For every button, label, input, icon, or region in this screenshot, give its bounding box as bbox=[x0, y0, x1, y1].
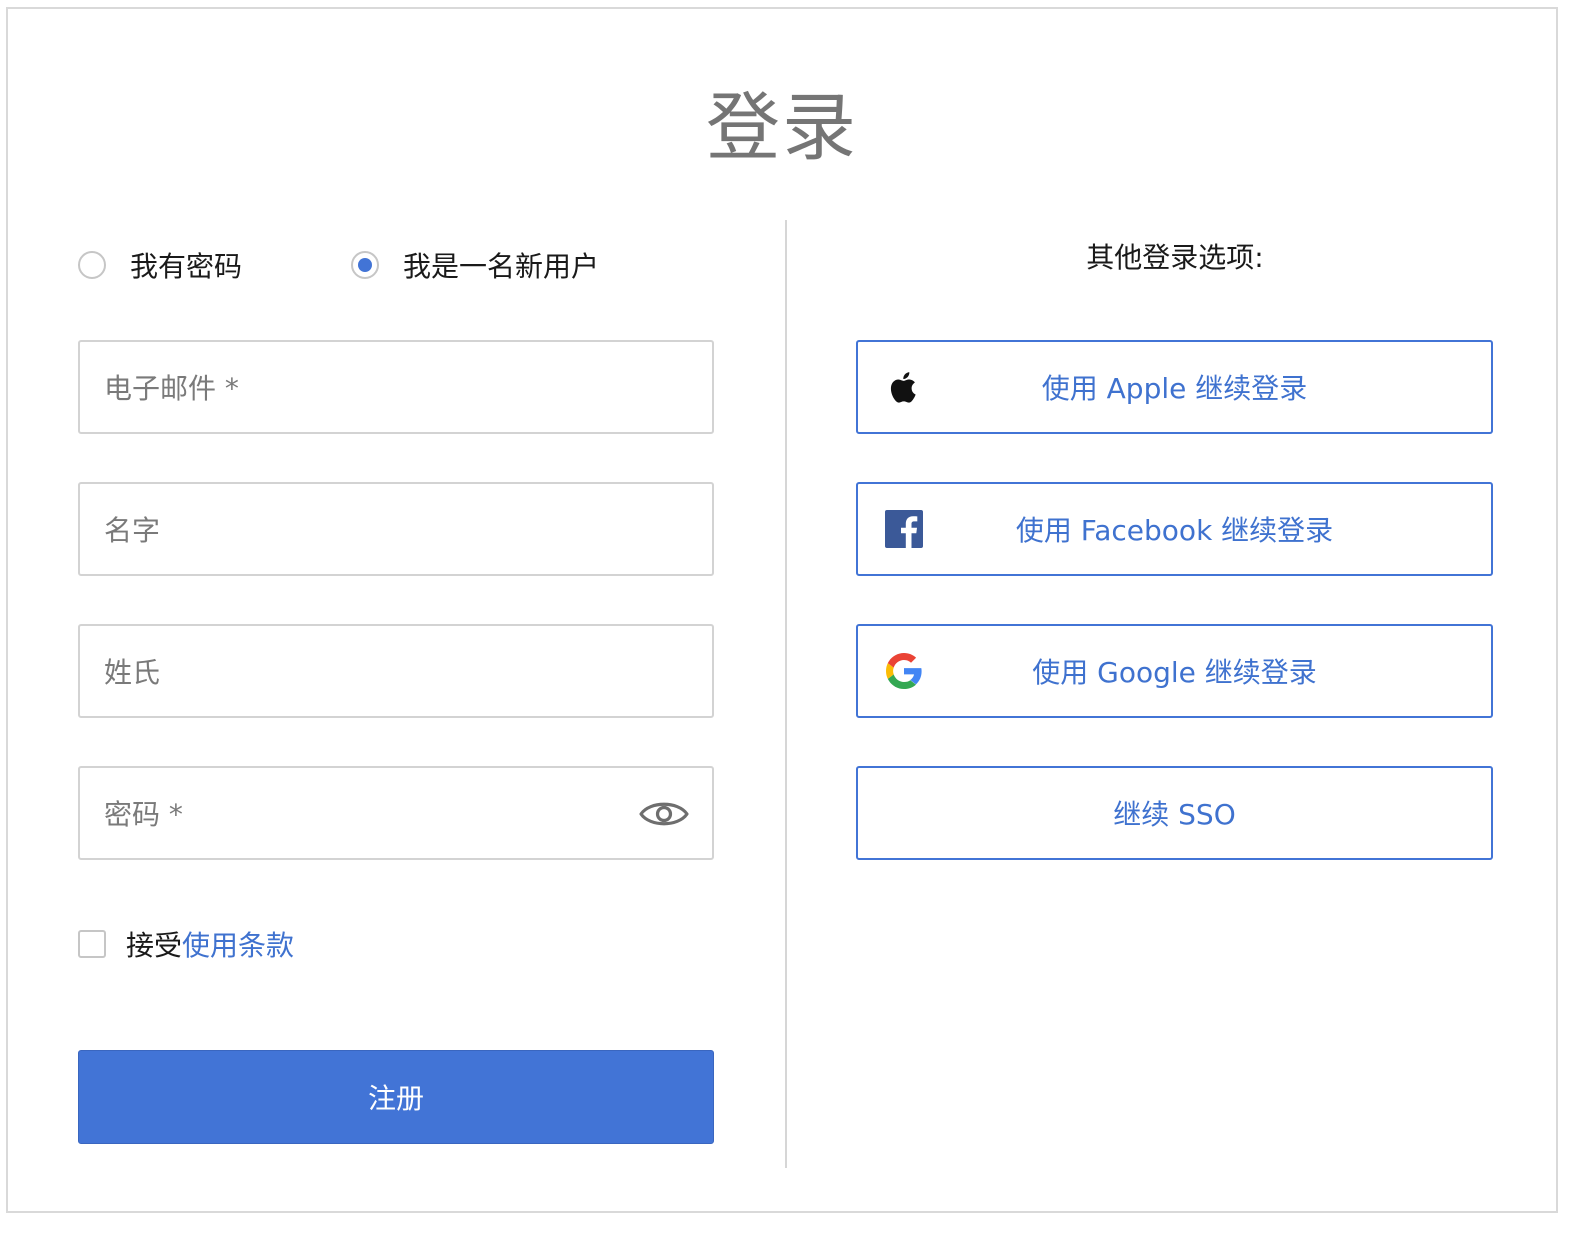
terms-prefix: 接受 bbox=[126, 929, 183, 962]
facebook-login-label: 使用 Facebook 继续登录 bbox=[1015, 514, 1334, 547]
first-name-input[interactable] bbox=[102, 484, 626, 576]
sso-login-label: 继续 SSO bbox=[1113, 798, 1236, 831]
column-divider bbox=[785, 220, 787, 1168]
radio-new-user[interactable]: 我是一名新用户 bbox=[351, 245, 599, 285]
login-dialog: 登录 我有密码 我是一名新用户 接受使用条款 注册 其他登录选项: bbox=[6, 7, 1558, 1213]
facebook-login-button[interactable]: 使用 Facebook 继续登录 bbox=[856, 482, 1493, 576]
email-input[interactable] bbox=[102, 342, 626, 434]
page-title: 登录 bbox=[706, 85, 858, 171]
terms-link[interactable]: 使用条款 bbox=[182, 929, 294, 962]
email-field[interactable] bbox=[78, 340, 714, 434]
radio-new-user-circle[interactable] bbox=[351, 251, 379, 279]
first-name-field[interactable] bbox=[78, 482, 714, 576]
apple-login-button[interactable]: 使用 Apple 继续登录 bbox=[856, 340, 1493, 434]
radio-existing-user-circle[interactable] bbox=[78, 251, 106, 279]
last-name-input[interactable] bbox=[102, 626, 626, 718]
other-options-title: 其他登录选项: bbox=[1086, 241, 1264, 274]
last-name-field[interactable] bbox=[78, 624, 714, 718]
radio-existing-user-label: 我有密码 bbox=[130, 250, 243, 283]
terms-row: 接受使用条款 bbox=[78, 924, 294, 964]
password-input[interactable] bbox=[102, 768, 626, 860]
terms-label: 接受使用条款 bbox=[126, 924, 294, 964]
sso-login-button[interactable]: 继续 SSO bbox=[856, 766, 1493, 860]
register-button[interactable]: 注册 bbox=[78, 1050, 714, 1144]
radio-new-user-label: 我是一名新用户 bbox=[403, 250, 600, 283]
terms-checkbox[interactable] bbox=[78, 930, 106, 958]
google-login-label: 使用 Google 继续登录 bbox=[1032, 656, 1317, 689]
apple-login-label: 使用 Apple 继续登录 bbox=[1041, 372, 1308, 405]
radio-existing-user[interactable]: 我有密码 bbox=[78, 245, 242, 285]
google-login-button[interactable]: 使用 Google 继续登录 bbox=[856, 624, 1493, 718]
show-password-eye-icon[interactable] bbox=[638, 796, 690, 832]
password-field[interactable] bbox=[78, 766, 714, 860]
